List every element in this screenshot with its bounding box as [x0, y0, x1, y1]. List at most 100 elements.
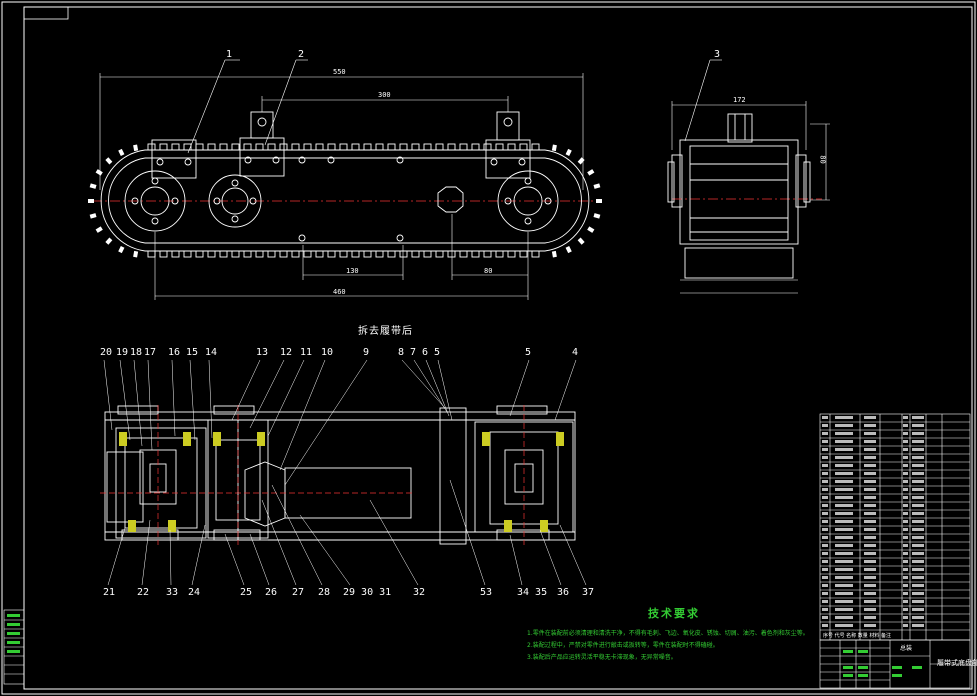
track-tooth	[279, 250, 288, 258]
track-tooth	[95, 226, 103, 233]
track-tooth	[339, 250, 348, 258]
callout-29-31: 29 30 31	[343, 587, 392, 598]
tech-line-2: 2.装配过程中，严禁对零件进行敲击或扳转等，零件在装配时不得磕碰。	[527, 642, 719, 649]
callout-leader	[284, 359, 368, 486]
track-tooth	[315, 143, 324, 151]
bearing-accents	[119, 432, 564, 532]
callout-21: 21	[103, 587, 116, 598]
track-tooth	[89, 183, 97, 189]
callout-leader	[249, 533, 270, 586]
parts-text-marks	[822, 416, 924, 627]
track-tooth	[95, 169, 103, 176]
track-tooth	[423, 250, 432, 258]
callout-53: 53	[480, 587, 493, 598]
callout-leader	[401, 359, 446, 409]
side-view	[667, 113, 822, 279]
callout-14: 14	[205, 347, 218, 358]
callout-5a: 5	[434, 347, 441, 358]
callout-leader	[224, 533, 245, 586]
callout-20: 20	[100, 347, 113, 358]
track-tooth	[118, 245, 125, 254]
callout-leader	[425, 359, 450, 417]
tech-title: 技术要求	[648, 607, 700, 620]
track-tooth	[447, 143, 456, 151]
track-tooth	[231, 250, 240, 258]
track-tooth	[593, 213, 601, 219]
callout-leader	[554, 359, 577, 421]
callout-15: 15	[186, 347, 199, 358]
track-tooth	[195, 143, 204, 151]
track-tooth	[423, 143, 432, 151]
track-tooth	[519, 250, 528, 258]
track-tooth	[587, 226, 595, 233]
track-tooth	[531, 143, 540, 151]
track-tooth	[375, 143, 384, 151]
track-tooth	[435, 143, 444, 151]
dim-height: 80	[818, 155, 827, 164]
track-tooth	[327, 250, 336, 258]
tech-line-3: 3.装配后产品应运转灵活平稳无卡滞现象，无异常噪音。	[527, 654, 677, 661]
track-tooth	[399, 143, 408, 151]
title-block-name: 履带式底盘部分	[937, 659, 977, 667]
parts-list	[819, 413, 971, 641]
track-tooth	[118, 148, 125, 157]
track-tooth	[327, 143, 336, 151]
track-tooth	[363, 143, 372, 151]
callout-leader	[147, 359, 153, 451]
track-tooth	[459, 250, 468, 258]
callout-8: 8	[398, 347, 405, 358]
track-tooth	[495, 143, 504, 151]
track-tooth	[587, 169, 595, 176]
callout-37: 37	[582, 587, 595, 598]
track-tooth	[565, 245, 572, 254]
callout-leader	[171, 359, 176, 437]
track-tooth	[147, 143, 156, 151]
callout-leader	[559, 524, 587, 586]
track-tooth	[435, 250, 444, 258]
track-tooth	[471, 250, 480, 258]
track-tooth	[291, 143, 300, 151]
callout-10: 10	[321, 347, 334, 358]
dim-lower-left: 130	[346, 267, 359, 275]
callout-leader	[208, 359, 213, 439]
callout-leader	[107, 527, 126, 586]
track-tooth	[315, 250, 324, 258]
callout-6: 6	[422, 347, 429, 358]
callout-25: 25	[240, 587, 253, 598]
corner-box	[23, 6, 69, 20]
track-tooth	[291, 250, 300, 258]
track-tooth	[195, 250, 204, 258]
callout-leader	[231, 359, 261, 421]
callout-1: 1	[226, 49, 233, 60]
callout-leader	[449, 479, 486, 586]
callout-28: 28	[318, 587, 331, 598]
track-tooth	[531, 250, 540, 258]
track-tooth	[183, 250, 192, 258]
top-leaders	[187, 59, 308, 154]
track-tooth	[243, 250, 252, 258]
track-tooth	[159, 250, 168, 258]
callout-13: 13	[256, 347, 269, 358]
callout-leader	[299, 514, 351, 586]
track-tooth	[363, 250, 372, 258]
dim-spacing: 300	[378, 91, 391, 99]
title-block-label: 总装	[900, 645, 913, 652]
track-tooth	[459, 143, 468, 151]
callout-leader	[191, 524, 206, 586]
callout-leader	[539, 529, 562, 586]
track-tooth	[507, 143, 516, 151]
track-tooth	[255, 250, 264, 258]
track-tooth	[387, 143, 396, 151]
track-tooth	[303, 143, 312, 151]
callout-4: 4	[572, 347, 579, 358]
track-tooth	[375, 250, 384, 258]
callout-2: 2	[298, 49, 305, 60]
title-block-marks	[843, 650, 922, 677]
top-dims	[99, 73, 584, 300]
track-tooth	[387, 250, 396, 258]
track-tooth	[147, 250, 156, 258]
callout-16: 16	[168, 347, 181, 358]
callout-36: 36	[557, 587, 570, 598]
track-tooth	[399, 250, 408, 258]
track-tooth	[219, 250, 228, 258]
